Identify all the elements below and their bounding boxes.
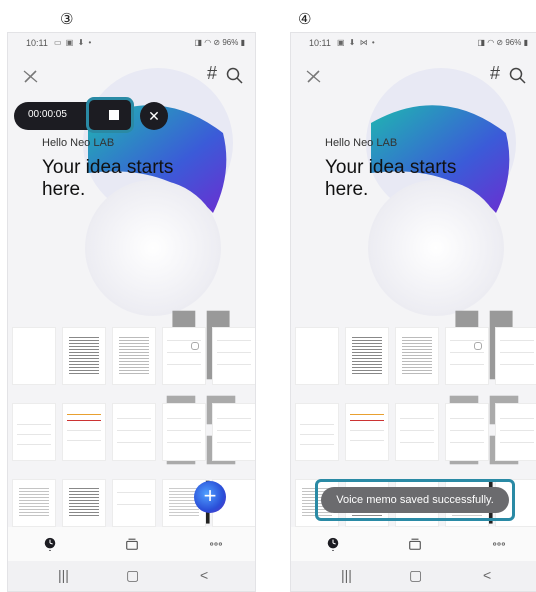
more-options-icon[interactable]: [491, 537, 507, 551]
bottom-tab-bar: [8, 527, 255, 561]
back-button[interactable]: <: [200, 567, 208, 583]
home-button[interactable]: ▢: [126, 567, 139, 584]
note-thumbnail[interactable]: [212, 403, 255, 461]
note-thumbnail[interactable]: [12, 479, 56, 527]
step-number-4: ④: [298, 10, 312, 28]
back-button[interactable]: <: [483, 567, 491, 583]
view-mode-switcher: [444, 305, 524, 550]
system-nav-bar: ||| ▢ <: [8, 561, 255, 591]
notebooks-icon[interactable]: [124, 537, 140, 551]
note-thumbnail[interactable]: [295, 327, 339, 385]
status-right-icons: ◨ ◠ ⊘ 96% ▮: [477, 38, 528, 47]
view-mode-switcher: [161, 305, 241, 550]
toast-message: Voice memo saved successfully.: [321, 487, 509, 513]
note-thumbnail[interactable]: [295, 403, 339, 461]
note-thumbnail[interactable]: [162, 327, 206, 385]
status-time: 10:11: [26, 38, 48, 48]
note-thumbnail[interactable]: [395, 327, 439, 385]
note-thumbnail[interactable]: [62, 403, 106, 461]
note-thumbnail[interactable]: [445, 403, 489, 461]
phone-screen-recording: 10:11 ▭ ▣ ⬇ • ◨ ◠ ⊘ 96% ▮ # 00:00:05 ✕ H…: [7, 32, 256, 592]
status-right-icons: ◨ ◠ ⊘ 96% ▮: [194, 38, 245, 47]
notebooks-icon[interactable]: [407, 537, 423, 551]
note-thumbnail[interactable]: [345, 403, 389, 461]
recent-apps-button[interactable]: |||: [341, 567, 352, 583]
more-options-icon[interactable]: [208, 537, 224, 551]
pen-off-icon[interactable]: [20, 65, 42, 87]
note-thumbnail[interactable]: [445, 327, 489, 385]
note-thumbnail[interactable]: [395, 403, 439, 461]
note-thumbnail[interactable]: [112, 403, 156, 461]
note-thumbnail[interactable]: [495, 327, 536, 385]
step-number-3: ③: [60, 10, 74, 28]
pen-off-icon[interactable]: [303, 65, 325, 87]
home-button[interactable]: ▢: [409, 567, 422, 584]
stop-record-button[interactable]: [100, 101, 128, 129]
stop-icon: [109, 110, 119, 120]
status-time: 10:11: [309, 38, 331, 48]
note-thumbnail[interactable]: [345, 327, 389, 385]
note-thumbnail[interactable]: [495, 403, 536, 461]
cancel-record-button[interactable]: ✕: [140, 102, 168, 130]
battery-percent: 96%: [222, 38, 239, 47]
note-thumbnail[interactable]: [62, 479, 106, 527]
note-thumbnail[interactable]: [112, 479, 156, 527]
bottom-tab-bar: [291, 527, 536, 561]
note-thumbnail[interactable]: [162, 403, 206, 461]
phone-screen-saved: 10:11 ▣ ⬇ ⋈ • ◨ ◠ ⊘ 96% ▮ # Hello Neo LA…: [290, 32, 536, 592]
status-bar: 10:11 ▭ ▣ ⬇ • ◨ ◠ ⊘ 96% ▮: [8, 37, 255, 51]
recording-time: 00:00:05: [28, 109, 67, 120]
hero-headline: Your idea starts here.: [325, 157, 457, 200]
note-thumbnail[interactable]: [62, 327, 106, 385]
notification-icons: ▣ ⬇ ⋈ •: [337, 38, 376, 47]
note-thumbnail[interactable]: [12, 327, 56, 385]
status-bar: 10:11 ▣ ⬇ ⋈ • ◨ ◠ ⊘ 96% ▮: [291, 37, 536, 51]
note-thumbnail[interactable]: [212, 327, 255, 385]
system-nav-bar: ||| ▢ <: [291, 561, 536, 591]
notification-icons: ▭ ▣ ⬇ •: [54, 38, 93, 47]
recent-notes-icon[interactable]: [42, 537, 58, 551]
hello-greeting: Hello Neo LAB: [325, 137, 398, 149]
battery-percent: 96%: [505, 38, 522, 47]
hello-greeting: Hello Neo LAB: [42, 137, 115, 149]
recent-notes-icon[interactable]: [325, 537, 341, 551]
note-thumbnail[interactable]: [112, 327, 156, 385]
recording-bar: 00:00:05 ✕: [14, 97, 194, 133]
new-note-button[interactable]: +: [194, 481, 226, 513]
note-thumbnail[interactable]: [12, 403, 56, 461]
recent-apps-button[interactable]: |||: [58, 567, 69, 583]
hero-headline: Your idea starts here.: [42, 157, 174, 200]
